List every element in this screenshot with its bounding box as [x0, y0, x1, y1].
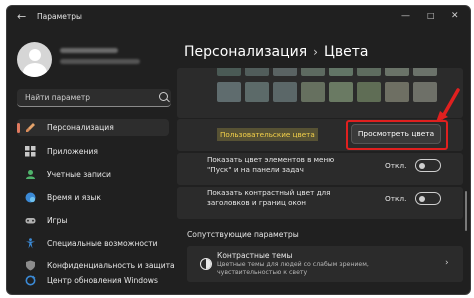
color-swatch[interactable] — [385, 82, 409, 102]
setting-label-start-taskbar: Показать цвет элементов в меню "Пуск" и … — [207, 155, 335, 174]
search-input[interactable]: Найти параметр — [17, 89, 171, 107]
color-swatch[interactable] — [357, 82, 381, 102]
color-swatch[interactable] — [301, 68, 325, 76]
maximize-icon[interactable]: □ — [427, 10, 435, 22]
user-name-blurred — [60, 48, 118, 53]
globe-clock-icon — [25, 192, 36, 203]
color-swatch-grid — [217, 68, 437, 102]
annotation-arrow — [436, 88, 460, 122]
accent-color-card — [177, 68, 463, 118]
color-swatch[interactable] — [273, 82, 297, 102]
sidebar-item-windows-update[interactable]: Центр обновления Windows — [17, 272, 169, 289]
color-swatch[interactable] — [357, 68, 381, 76]
breadcrumb: Персонализация › Цвета — [184, 44, 368, 60]
toggle-state-label: Откл. — [385, 194, 407, 203]
contrast-icon — [200, 258, 212, 270]
sidebar-item-label: Центр обновления Windows — [47, 276, 158, 285]
color-swatch[interactable] — [217, 68, 241, 76]
avatar[interactable] — [17, 42, 52, 77]
search-icon[interactable] — [159, 92, 168, 101]
toggle-state-label: Откл. — [385, 161, 407, 170]
sidebar-item-apps[interactable]: Приложения — [17, 143, 169, 160]
color-swatch[interactable] — [329, 68, 353, 76]
gamepad-icon — [25, 218, 36, 224]
search-placeholder: Найти параметр — [25, 93, 90, 102]
color-swatch[interactable] — [245, 82, 269, 102]
screenshot-frame: ← Параметры — □ ✕ Найти параметр Персона… — [0, 0, 474, 298]
contrast-themes-link[interactable]: Контрастные темы Цветные темы для людей … — [187, 246, 463, 282]
toggle-start-taskbar-color[interactable] — [415, 159, 441, 172]
settings-window: ← Параметры — □ ✕ Найти параметр Персона… — [6, 5, 471, 295]
toggle-title-borders-color[interactable] — [415, 192, 441, 205]
color-swatch[interactable] — [301, 82, 325, 102]
scrollbar[interactable] — [465, 191, 467, 231]
sidebar-item-label: Учетные записи — [47, 170, 111, 179]
toggle-knob — [419, 195, 425, 202]
breadcrumb-separator: › — [313, 45, 318, 59]
apps-icon — [25, 146, 36, 157]
sidebar-item-personalization[interactable]: Персонализация — [17, 119, 169, 136]
window-title: Параметры — [37, 12, 82, 21]
setting-label-title-borders: Показать контрастный цвет для заголовков… — [207, 188, 331, 207]
custom-colors-label: Пользовательские цвета — [217, 128, 318, 141]
sidebar-item-label: Игры — [47, 216, 68, 225]
sidebar-item-label: Специальные возможности — [47, 239, 158, 248]
update-icon — [25, 275, 36, 286]
accessibility-icon — [26, 238, 35, 249]
page-title: Цвета — [323, 44, 369, 60]
color-swatch[interactable] — [245, 68, 269, 76]
brush-icon — [26, 123, 35, 132]
sidebar-item-gaming[interactable]: Игры — [17, 212, 169, 229]
contrast-themes-title: Контрастные темы — [217, 251, 293, 260]
shield-icon — [26, 260, 35, 271]
sidebar-item-accounts[interactable]: Учетные записи — [17, 166, 169, 183]
color-swatch[interactable] — [329, 82, 353, 102]
chevron-right-icon: › — [445, 258, 449, 268]
sidebar-item-label: Приложения — [47, 147, 98, 156]
account-icon — [26, 170, 35, 179]
toggle-knob — [419, 162, 425, 169]
contrast-themes-description: Цветные темы для людей со слабым зрением… — [217, 261, 369, 276]
breadcrumb-section[interactable]: Персонализация — [184, 44, 307, 60]
sidebar-item-time-language[interactable]: Время и язык — [17, 189, 169, 206]
color-swatch[interactable] — [413, 68, 437, 76]
sidebar-item-label: Персонализация — [47, 123, 114, 132]
sidebar-item-label: Конфиденциальность и защита — [47, 261, 175, 270]
user-email-blurred — [60, 59, 140, 64]
sidebar-item-label: Время и язык — [47, 193, 101, 202]
minimize-icon[interactable]: — — [401, 10, 410, 22]
active-indicator — [17, 123, 20, 133]
related-settings-title: Сопутствующие параметры — [187, 230, 299, 239]
back-arrow-icon[interactable]: ← — [17, 11, 26, 23]
sidebar-item-accessibility[interactable]: Специальные возможности — [17, 235, 169, 252]
color-swatch[interactable] — [385, 68, 409, 76]
color-swatch[interactable] — [217, 82, 241, 102]
close-icon[interactable]: ✕ — [451, 10, 459, 22]
title-bar: ← Параметры — □ ✕ — [7, 6, 470, 28]
color-swatch[interactable] — [273, 68, 297, 76]
